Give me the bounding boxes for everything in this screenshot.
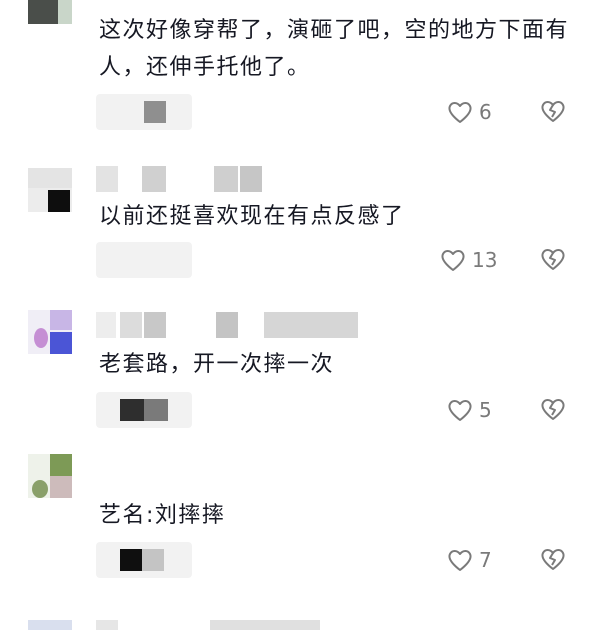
heart-outline-icon xyxy=(440,248,466,272)
like-count: 6 xyxy=(479,100,492,124)
avatar[interactable] xyxy=(28,310,72,354)
comment-item: 老套路，开一次摔一次 5 xyxy=(0,300,600,450)
dislike-button[interactable] xyxy=(540,397,566,423)
like-count: 5 xyxy=(479,398,492,422)
comment-text: 以前还挺喜欢现在有点反感了 xyxy=(99,204,405,229)
like-count: 13 xyxy=(472,248,498,272)
broken-heart-icon xyxy=(540,397,566,421)
heart-outline-icon xyxy=(447,398,473,422)
like-button[interactable]: 6 xyxy=(447,97,492,127)
comment-item: 艺名:刘摔摔 7 xyxy=(0,450,600,610)
heart-outline-icon xyxy=(447,100,473,124)
next-comment-cutoff xyxy=(0,615,600,630)
broken-heart-icon xyxy=(540,247,566,271)
avatar[interactable] xyxy=(28,168,72,212)
dislike-button[interactable] xyxy=(540,247,566,273)
reply-pill[interactable] xyxy=(96,242,192,278)
dislike-button[interactable] xyxy=(540,547,566,573)
dislike-button[interactable] xyxy=(540,99,566,125)
reply-pill[interactable] xyxy=(96,392,192,428)
like-button[interactable]: 5 xyxy=(447,395,492,425)
reply-pill[interactable] xyxy=(96,94,192,130)
reply-pill[interactable] xyxy=(96,542,192,578)
heart-outline-icon xyxy=(447,548,473,572)
like-button[interactable]: 7 xyxy=(447,545,492,575)
comment-text: 老套路，开一次摔一次 xyxy=(99,352,335,377)
like-button[interactable]: 13 xyxy=(440,245,497,275)
comment-item: 以前还挺喜欢现在有点反感了 13 xyxy=(0,150,600,290)
like-count: 7 xyxy=(479,548,492,572)
broken-heart-icon xyxy=(540,547,566,571)
comment-text: 艺名:刘摔摔 xyxy=(99,503,226,528)
avatar[interactable] xyxy=(28,0,72,24)
comment-item: 这次好像穿帮了，演砸了吧，空的地方下面有人，还伸手托他了。 6 xyxy=(0,0,600,140)
comment-text: 这次好像穿帮了，演砸了吧，空的地方下面有人，还伸手托他了。 xyxy=(99,18,570,80)
broken-heart-icon xyxy=(540,99,566,123)
avatar[interactable] xyxy=(28,454,72,498)
